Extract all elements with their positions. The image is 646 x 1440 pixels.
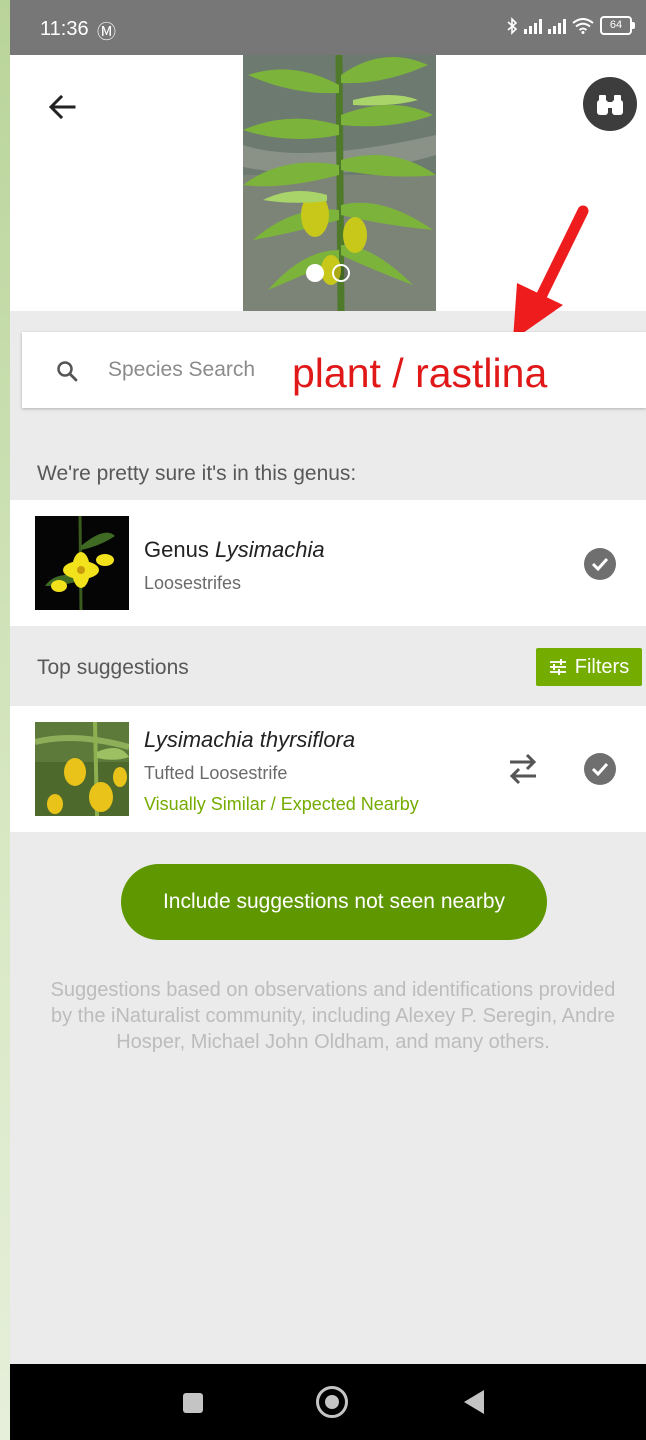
suggestion-name-text: Lysimachia thyrsiflora: [144, 727, 356, 752]
recents-button[interactable]: [183, 1393, 203, 1413]
pager-dot[interactable]: [332, 264, 350, 282]
status-icons: 64: [506, 16, 635, 35]
suggestion-thumbnail: [35, 722, 129, 816]
phone-screen: 11:36 Ⓜ 64 Species Search plant / rastli…: [10, 0, 646, 1440]
genus-rank: Genus: [144, 537, 209, 562]
annotation-label: plant / rastlina: [292, 350, 548, 396]
genus-common-name: Loosestrifes: [144, 573, 242, 593]
status-bar: 11:36 Ⓜ 64: [10, 0, 646, 55]
wifi-icon: [572, 17, 594, 34]
compare-icon[interactable]: [508, 753, 538, 785]
system-back-button[interactable]: [464, 1390, 484, 1414]
signal-icon-2: [548, 18, 566, 34]
battery-indicator: 64: [600, 16, 635, 35]
back-button[interactable]: [40, 85, 84, 129]
checkmark-icon: [591, 762, 609, 776]
filters-button[interactable]: Filters: [536, 648, 642, 686]
genus-thumbnail: [35, 516, 129, 610]
filters-label: Filters: [574, 655, 630, 678]
suggestion-common-name: Tufted Loosestrife: [144, 763, 288, 783]
search-icon: [57, 361, 78, 382]
binoculars-button[interactable]: [583, 77, 637, 131]
genus-suggestion-row[interactable]: Genus Lysimachia Loosestrifes: [10, 500, 646, 626]
system-nav-bar: [10, 1364, 646, 1440]
select-suggestion-button[interactable]: [584, 753, 616, 785]
suggestion-row[interactable]: Lysimachia thyrsiflora Tufted Loosestrif…: [10, 706, 646, 832]
suggestion-scientific-name: Lysimachia thyrsiflora: [144, 727, 355, 753]
home-button[interactable]: [316, 1386, 348, 1418]
bluetooth-icon: [507, 16, 518, 35]
search-placeholder: Species Search: [108, 358, 256, 381]
photo-pager-dots: [306, 264, 350, 282]
attribution-note: Suggestions based on observations and id…: [50, 979, 616, 1053]
top-suggestions-heading: Top suggestions: [37, 656, 189, 679]
status-time: 11:36: [40, 18, 89, 40]
suggestion-tag: Visually Similar / Expected Nearby: [144, 794, 419, 814]
binoculars-icon: [597, 95, 623, 115]
select-genus-button[interactable]: [584, 548, 616, 580]
genus-title: Genus Lysimachia: [144, 537, 325, 563]
annotation-arrow: [513, 205, 589, 340]
genus-scientific-name: Lysimachia: [214, 537, 325, 562]
pager-dot-active[interactable]: [306, 264, 324, 282]
signal-icon: [524, 18, 542, 34]
gmail-icon: Ⓜ: [97, 22, 117, 43]
left-edge-strip: [0, 0, 10, 1440]
tune-icon: [549, 659, 566, 675]
genus-section-heading: We're pretty sure it's in this genus:: [37, 462, 357, 485]
include-not-nearby-button[interactable]: Include suggestions not seen nearby: [121, 864, 547, 940]
checkmark-icon: [591, 557, 609, 571]
arrow-left-icon: [48, 94, 76, 120]
